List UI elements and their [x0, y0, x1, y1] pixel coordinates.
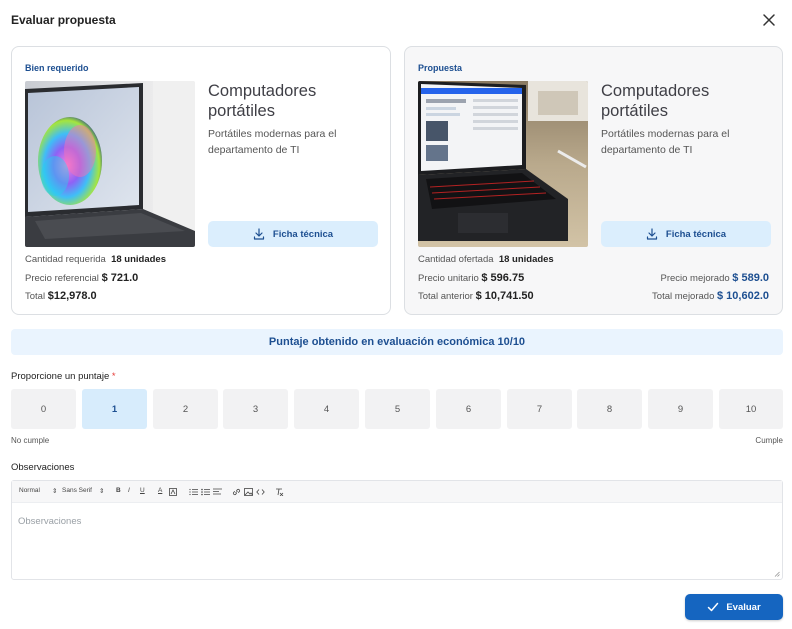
clear-format-icon[interactable] [275, 488, 284, 496]
economic-score-banner: Puntaje obtenido en evaluación económica… [11, 329, 783, 355]
proposal-product-description: Portátiles modernas para el departamento… [601, 128, 730, 156]
required-product-name: Computadores portátiles [208, 82, 317, 120]
proposal-laptop-image [418, 81, 588, 247]
download-icon [646, 228, 657, 240]
score-min-hint: No cumple [11, 436, 50, 445]
required-reference-price: Precio referencial $ 721.0 [25, 272, 139, 284]
score-option-0[interactable]: 0 [11, 389, 76, 429]
font-select-arrows-icon: ⇕ [99, 488, 105, 495]
ordered-list-icon[interactable] [189, 488, 198, 496]
download-icon [253, 228, 264, 240]
score-max-hint: Cumple [755, 436, 783, 445]
score-option-8[interactable]: 8 [577, 389, 642, 429]
format-select[interactable]: Normal [19, 487, 40, 494]
score-option-5[interactable]: 5 [365, 389, 430, 429]
score-option-1[interactable]: 1 [82, 389, 147, 429]
proposal-card: Propuesta Computadores portátiles Portát… [404, 46, 783, 315]
code-icon[interactable] [256, 488, 265, 496]
proposal-product-name: Computadores portátiles [601, 82, 710, 120]
score-option-10[interactable]: 10 [719, 389, 783, 429]
required-item-card: Bien requerido Computadores portátiles P… [11, 46, 391, 315]
score-label: Proporcione un puntaje * [11, 371, 116, 382]
observations-textarea[interactable] [12, 503, 782, 579]
proposal-improved-total: Total mejorado $ 10,602.0 [652, 290, 769, 302]
text-color-button[interactable]: A [158, 487, 162, 494]
required-item-label: Bien requerido [25, 63, 89, 73]
proposal-unit-price: Precio unitario $ 596.75 [418, 272, 525, 284]
proposal-quantity: Cantidad ofertada 18 unidades [418, 254, 554, 265]
observations-editor: Normal ⇕ Sans Serif ⇕ B I U A [11, 480, 783, 580]
score-option-2[interactable]: 2 [153, 389, 218, 429]
proposal-improved-price: Precio mejorado $ 589.0 [660, 272, 769, 284]
bold-button[interactable]: B [116, 487, 121, 494]
link-icon[interactable] [232, 488, 241, 496]
evaluar-label: Evaluar [726, 601, 761, 613]
required-quantity: Cantidad requerida 18 unidades [25, 254, 167, 265]
proposal-ficha-tecnica-button[interactable]: Ficha técnica [601, 221, 771, 247]
underline-button[interactable]: U [140, 487, 145, 494]
resize-handle-icon[interactable] [774, 571, 780, 577]
required-product-description: Portátiles modernas para el departamento… [208, 128, 337, 156]
check-icon [708, 602, 719, 612]
dialog-title: Evaluar propuesta [11, 13, 116, 27]
required-laptop-image [25, 81, 195, 247]
dialog-header: Evaluar propuesta [0, 0, 792, 40]
required-total: Total $12,978.0 [25, 290, 97, 302]
required-ficha-tecnica-button[interactable]: Ficha técnica [208, 221, 378, 247]
format-select-arrows-icon: ⇕ [52, 488, 58, 495]
required-mark: * [111, 371, 116, 382]
align-icon[interactable] [213, 488, 222, 496]
score-option-9[interactable]: 9 [648, 389, 713, 429]
highlight-icon[interactable] [169, 488, 177, 496]
score-option-3[interactable]: 3 [223, 389, 288, 429]
evaluar-button[interactable]: Evaluar [685, 594, 783, 620]
image-icon[interactable] [244, 488, 253, 496]
proposal-previous-total: Total anterior $ 10,741.50 [418, 290, 534, 302]
editor-toolbar: Normal ⇕ Sans Serif ⇕ B I U A [12, 481, 782, 503]
italic-button[interactable]: I [128, 487, 130, 494]
bullet-list-icon[interactable] [201, 488, 210, 496]
score-option-7[interactable]: 7 [507, 389, 572, 429]
proposal-label: Propuesta [418, 63, 463, 73]
score-option-4[interactable]: 4 [294, 389, 359, 429]
ficha-tecnica-label: Ficha técnica [272, 228, 334, 240]
ficha-tecnica-label: Ficha técnica [665, 228, 727, 240]
observations-label: Observaciones [11, 462, 75, 473]
score-option-6[interactable]: 6 [436, 389, 501, 429]
font-select[interactable]: Sans Serif [62, 487, 92, 494]
close-icon[interactable] [760, 11, 778, 29]
